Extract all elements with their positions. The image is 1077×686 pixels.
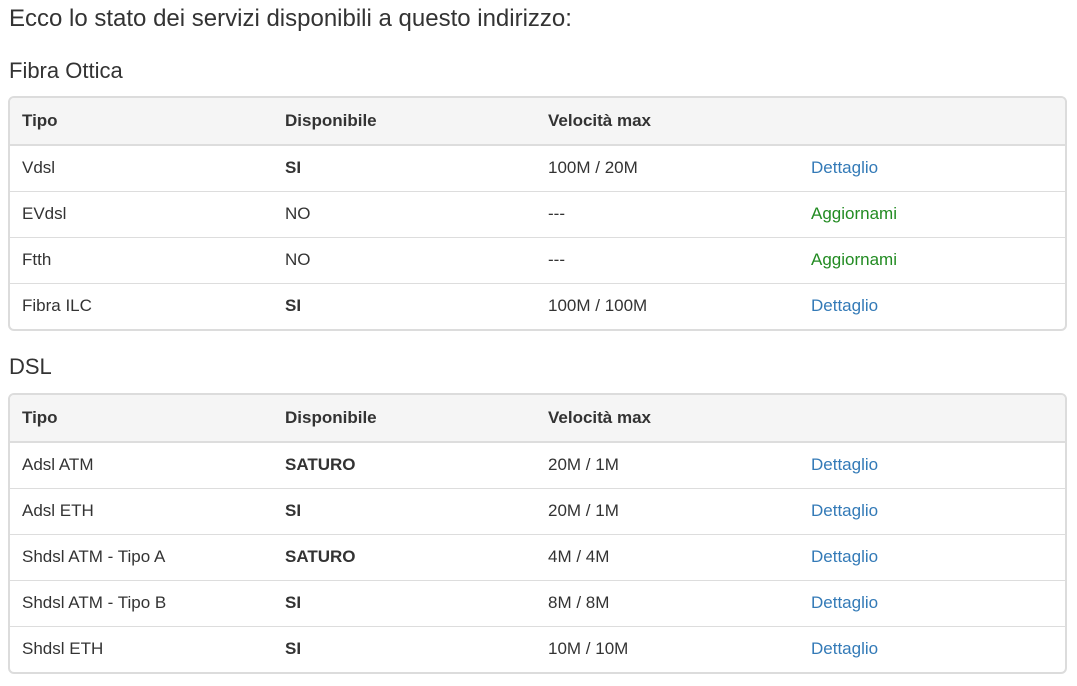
dsl-rows: Adsl ATM SATURO 20M / 1M Dettaglio Adsl ETH S… [10,442,1065,672]
column-header-disponibile: Disponibile [273,395,536,443]
column-header-azione [799,395,1065,443]
section-title-fibra-ottica: Fibra Ottica [9,58,123,83]
cell-tipo: EVdsl [10,190,273,237]
cell-velocita-max: 20M / 1M [536,487,799,534]
table-row: Adsl ETH SI 20M / 1M Dettaglio [10,487,1065,534]
cell-disponibile: NO [273,236,536,283]
cell-azione: Dettaglio [799,282,1065,329]
table-row: Shdsl ATM - Tipo A SATURO 4M / 4M Dettaglio [10,533,1065,580]
page: Ecco lo stato dei servizi disponibili a … [0,0,1077,686]
intro-text: Ecco lo stato dei servizi disponibili a … [9,5,572,32]
table-header-row: Tipo Disponibile Velocità max [10,395,1065,443]
cell-velocita-max: 4M / 4M [536,533,799,580]
cell-tipo: Shdsl ATM - Tipo B [10,579,273,626]
dettaglio-link[interactable]: Dettaglio [811,501,878,520]
dettaglio-link[interactable]: Dettaglio [811,547,878,566]
cell-velocita-max: 100M / 100M [536,282,799,329]
section-title-dsl: DSL [9,354,52,379]
cell-disponibile: SI [273,625,536,672]
cell-azione: Aggiornami [799,236,1065,283]
cell-velocita-max: --- [536,190,799,237]
table-row: EVdsl NO --- Aggiornami [10,190,1065,237]
cell-tipo: Shdsl ATM - Tipo A [10,533,273,580]
cell-velocita-max: 8M / 8M [536,579,799,626]
table-row: Fibra ILC SI 100M / 100M Dettaglio [10,282,1065,329]
cell-azione: Dettaglio [799,442,1065,488]
cell-tipo: Adsl ETH [10,487,273,534]
cell-velocita-max: 10M / 10M [536,625,799,672]
fibra-ottica-panel: Tipo Disponibile Velocità max Vdsl SI 100M… [8,96,1067,331]
cell-disponibile: SATURO [273,533,536,580]
cell-disponibile: SI [273,487,536,534]
column-header-tipo: Tipo [10,395,273,443]
fibra-ottica-table: Tipo Disponibile Velocità max Vdsl SI 100M… [10,98,1065,329]
cell-velocita-max: --- [536,236,799,283]
cell-disponibile: SI [273,579,536,626]
column-header-azione [799,98,1065,146]
cell-azione: Dettaglio [799,579,1065,626]
column-header-velocita-max: Velocità max [536,98,799,146]
table-row: Ftth NO --- Aggiornami [10,236,1065,283]
cell-velocita-max: 100M / 20M [548,158,638,178]
cell-azione: Dettaglio [799,487,1065,534]
aggiornami-link[interactable]: Aggiornami [811,204,897,223]
dettaglio-link[interactable]: Dettaglio [811,158,878,177]
dettaglio-link[interactable]: Dettaglio [811,296,878,315]
table-header-row: Tipo Disponibile Velocità max [10,98,1065,146]
cell-azione: Aggiornami [799,190,1065,237]
dettaglio-link[interactable]: Dettaglio [811,593,878,612]
dettaglio-link[interactable]: Dettaglio [811,455,878,474]
cell-velocita-max: 20M / 1M [548,455,619,475]
cell-tipo: Vdsl [22,158,56,178]
table-row: Adsl ATM SATURO 20M / 1M Dettaglio [10,442,1065,488]
dsl-panel: Tipo Disponibile Velocità max Adsl ATM SA… [8,393,1067,674]
cell-tipo: Adsl ATM [22,455,94,475]
cell-disponibile: NO [273,190,536,237]
dsl-table: Tipo Disponibile Velocità max Adsl ATM SA… [10,395,1065,672]
table-row: Shdsl ATM - Tipo B SI 8M / 8M Dettaglio [10,579,1065,626]
column-header-tipo: Tipo [10,98,273,146]
aggiornami-link[interactable]: Aggiornami [811,250,897,269]
table-row: Vdsl SI 100M / 20M Dettaglio [10,145,1065,191]
column-header-disponibile: Disponibile [273,98,536,146]
table-row: Shdsl ETH SI 10M / 10M Dettaglio [10,625,1065,672]
cell-tipo: Fibra ILC [10,282,273,329]
cell-azione: Dettaglio [799,145,1065,191]
cell-disponibile: SI [285,158,302,178]
dettaglio-link[interactable]: Dettaglio [811,639,878,658]
column-header-velocita-max: Velocità max [536,395,799,443]
cell-tipo: Ftth [10,236,273,283]
cell-disponibile: SATURO [285,455,356,475]
cell-azione: Dettaglio [799,533,1065,580]
cell-azione: Dettaglio [799,625,1065,672]
cell-tipo: Shdsl ETH [10,625,273,672]
cell-disponibile: SI [273,282,536,329]
fibra-ottica-rows: Vdsl SI 100M / 20M Dettaglio EVdsl NO --- Aggio… [10,145,1065,329]
